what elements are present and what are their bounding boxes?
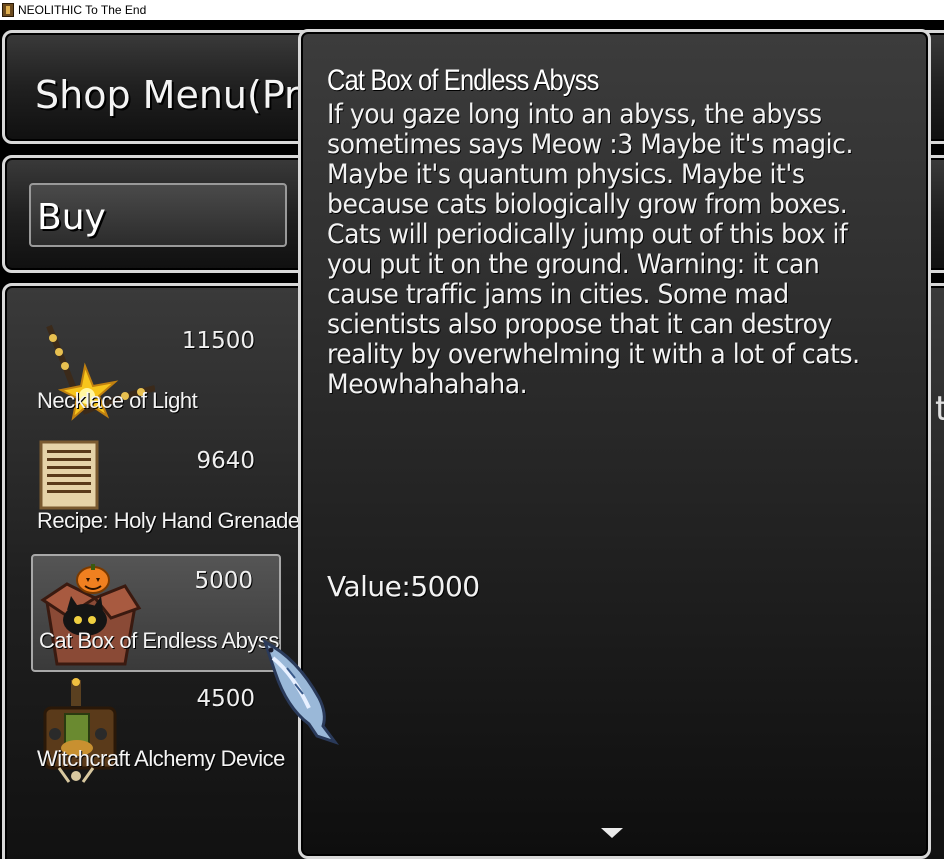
item-price: 9640	[196, 448, 255, 474]
buy-button-label: Buy	[37, 197, 106, 238]
game-app-icon	[2, 3, 14, 17]
recipe-scroll-icon	[39, 440, 99, 510]
item-price: 11500	[181, 328, 255, 354]
app-title: NEOLITHIC To The End	[18, 3, 147, 17]
buy-button[interactable]: Buy	[29, 183, 287, 247]
shop-item-witchcraft-alchemy-device[interactable]: 4500 Witchcraft Alchemy Device	[31, 674, 285, 792]
fish-cursor-icon	[262, 639, 340, 745]
partial-text: t	[935, 389, 944, 429]
shop-item-recipe-holy-hand-grenade[interactable]: 9640 Recipe: Holy Hand Grenade	[31, 436, 300, 554]
game-screen: Shop Menu(Pre Buy t 11500 Necklace of Li…	[0, 20, 944, 859]
item-price: 5000	[194, 568, 253, 594]
down-arrow-icon[interactable]	[601, 828, 623, 838]
item-name: Recipe: Holy Hand Grenade	[37, 508, 300, 533]
item-name: Necklace of Light	[37, 388, 198, 413]
item-name: Cat Box of Endless Abyss	[39, 628, 279, 653]
cat-box-icon	[40, 564, 142, 666]
item-value: Value:5000	[327, 570, 480, 603]
description-title: Cat Box of Endless Abyss	[327, 64, 599, 97]
shop-item-cat-box-of-endless-abyss[interactable]: 5000 Cat Box of Endless Abyss	[31, 554, 281, 672]
necklace-icon	[46, 324, 155, 421]
shop-title: Shop Menu(Pre	[35, 73, 323, 117]
item-name: Witchcraft Alchemy Device	[37, 746, 285, 771]
app-titlebar: NEOLITHIC To The End	[0, 0, 944, 20]
shop-item-necklace-of-light[interactable]: 11500 Necklace of Light	[31, 316, 281, 434]
item-description-window: Cat Box of Endless Abyss If you gaze lon…	[298, 29, 931, 859]
description-text: If you gaze long into an abyss, the abys…	[327, 99, 860, 400]
alchemy-device-icon	[43, 678, 117, 783]
item-price: 4500	[196, 686, 255, 712]
